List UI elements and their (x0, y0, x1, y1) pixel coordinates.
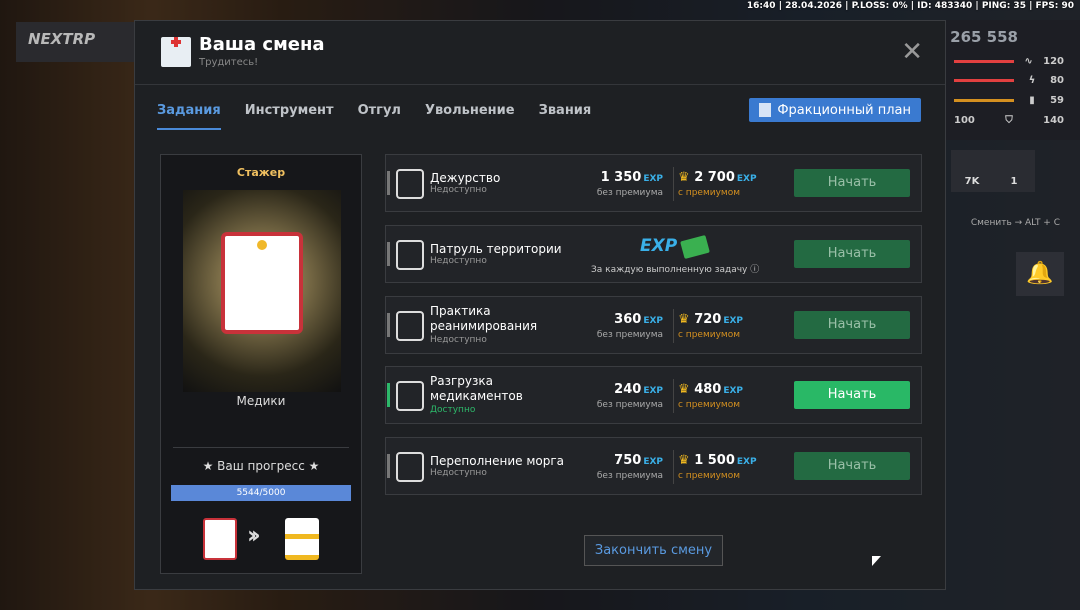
health-stat: ∿ 120 (954, 56, 1064, 67)
tab-ranks[interactable]: Звания (539, 103, 592, 130)
task-status: Недоступно (430, 256, 487, 266)
task-morgue: Переполнение морга Недоступно 750 EXP без… (385, 437, 922, 495)
task-indicator (387, 171, 390, 195)
next-rank-icon (285, 518, 319, 560)
signal-stat: ▮ 59 (954, 95, 1064, 106)
task-name: Патруль территории (430, 242, 562, 256)
tab-tasks[interactable]: Задания (157, 103, 221, 130)
task-duty: Дежурство Недоступно 1 350 EXP без премиу… (385, 154, 922, 212)
premium-label: с премиумом (678, 471, 740, 481)
medic-icon (396, 311, 424, 341)
task-exp-premium: ♛ 480 EXP (678, 382, 744, 397)
start-button[interactable]: Начать (794, 311, 910, 339)
task-indicator (387, 313, 390, 337)
modal-subtitle: Трудитесь! (199, 57, 259, 68)
faction-name: Медики (236, 394, 286, 408)
task-status: Недоступно (430, 468, 487, 478)
task-status: Недоступно (430, 185, 487, 195)
start-button[interactable]: Начать (794, 452, 910, 480)
crown-icon: ♛ (678, 170, 690, 185)
rank-tag-icon (221, 232, 303, 334)
divider (673, 450, 674, 484)
no-premium-label: без премиума (596, 400, 663, 410)
bell-icon[interactable]: 🔔 (1016, 252, 1064, 296)
divider (173, 447, 349, 448)
task-patrol: Патруль территории Недоступно EXP За каж… (385, 225, 922, 283)
task-exp-premium: ♛ 720 EXP (678, 312, 744, 327)
tab-bar: Задания Инструмент Отгул Увольнение Зван… (157, 103, 591, 130)
task-exp: 1 350 EXP (600, 170, 663, 185)
task-name: Переполнение морга (430, 454, 565, 468)
task-exp: 750 EXP (614, 453, 663, 468)
task-status: Недоступно (430, 335, 487, 345)
siren-icon (396, 240, 424, 270)
divider (673, 309, 674, 343)
premium-label: с премиумом (678, 330, 740, 340)
no-premium-label: без премиума (596, 330, 663, 340)
progress-bar: 5544/5000 (171, 485, 351, 501)
close-icon[interactable]: ✕ (901, 37, 923, 67)
tab-tools[interactable]: Инструмент (245, 103, 334, 130)
money-icon (680, 234, 710, 260)
ambulance-icon (396, 381, 424, 411)
start-button[interactable]: Начать (794, 169, 910, 197)
task-indicator (387, 242, 390, 266)
rank-title: Стажер (236, 166, 286, 179)
energy-stat: ϟ 80 (954, 75, 1064, 86)
card-slot: 1 (993, 150, 1035, 192)
crown-icon: ♛ (678, 382, 690, 397)
task-unloading: Разгрузка медикаментов Доступно 240 EXP б… (385, 366, 922, 424)
server-logo: NEXTRP (16, 22, 134, 62)
no-premium-label: без премиума (596, 188, 663, 198)
signal-icon: ▮ (1029, 95, 1035, 106)
task-indicator (387, 383, 390, 407)
crown-icon: ♛ (678, 312, 690, 327)
crown-icon: ♛ (678, 453, 690, 468)
task-indicator (387, 454, 390, 478)
premium-label: с премиумом (678, 188, 740, 198)
clipboard-icon (396, 169, 424, 199)
tab-dismissal[interactable]: Увольнение (425, 103, 515, 130)
armor-stat: 100 ⛉ 140 (954, 115, 1064, 126)
start-button[interactable]: Начать (794, 381, 910, 409)
pulse-icon: ∿ (1024, 56, 1033, 67)
exp-reward-icon: EXP (640, 236, 678, 256)
premium-label: с премиумом (678, 400, 740, 410)
start-button[interactable]: Начать (794, 240, 910, 268)
task-exp-premium: ♛ 2 700 EXP (678, 170, 757, 185)
rank-art (183, 190, 341, 392)
task-name: Дежурство (430, 171, 501, 185)
end-shift-button[interactable]: Закончить смену (584, 535, 723, 566)
task-exp: 360 EXP (614, 312, 663, 327)
chevrons-icon: ›› (247, 521, 261, 549)
progress-label: ★ Ваш прогресс ★ (202, 459, 320, 473)
no-premium-label: без премиума (596, 471, 663, 481)
per-task-label: За каждую выполненную задачу ⓘ (591, 265, 760, 275)
task-name: Практика реанимирования (430, 304, 538, 333)
hospital-icon (161, 37, 191, 67)
status-bar: 16:40 | 28.04.2026 | P.LOSS: 0% | ID: 48… (746, 1, 1074, 11)
rank-card: Стажер Медики ★ Ваш прогресс ★ 5544/5000… (160, 154, 362, 574)
current-rank-icon (203, 518, 237, 560)
cash-slot: 7K (951, 150, 993, 192)
modal-header: Ваша смена Трудитесь! ✕ (135, 21, 945, 85)
shift-modal: Ваша смена Трудитесь! ✕ Задания Инструме… (134, 20, 946, 590)
task-status: Доступно (430, 405, 476, 415)
divider (673, 167, 674, 201)
tab-leave[interactable]: Отгул (358, 103, 401, 130)
modal-title: Ваша смена (199, 34, 325, 55)
shield-icon: ⛉ (1005, 115, 1013, 126)
money-display: 265 558 (950, 28, 1018, 46)
morgue-icon (396, 452, 424, 482)
task-name: Разгрузка медикаментов (430, 374, 523, 403)
lightning-icon: ϟ (1028, 75, 1036, 86)
faction-plan-button[interactable]: Фракционный план (749, 98, 921, 122)
task-exp-premium: ♛ 1 500 EXP (678, 453, 757, 468)
calendar-icon (759, 103, 772, 117)
task-resuscitation: Практика реанимирования Недоступно 360 EX… (385, 296, 922, 354)
task-exp: 240 EXP (614, 382, 663, 397)
switch-hint: Сменить → ALT + C (970, 218, 1060, 228)
divider (673, 379, 674, 413)
mouse-cursor-icon (872, 556, 881, 566)
